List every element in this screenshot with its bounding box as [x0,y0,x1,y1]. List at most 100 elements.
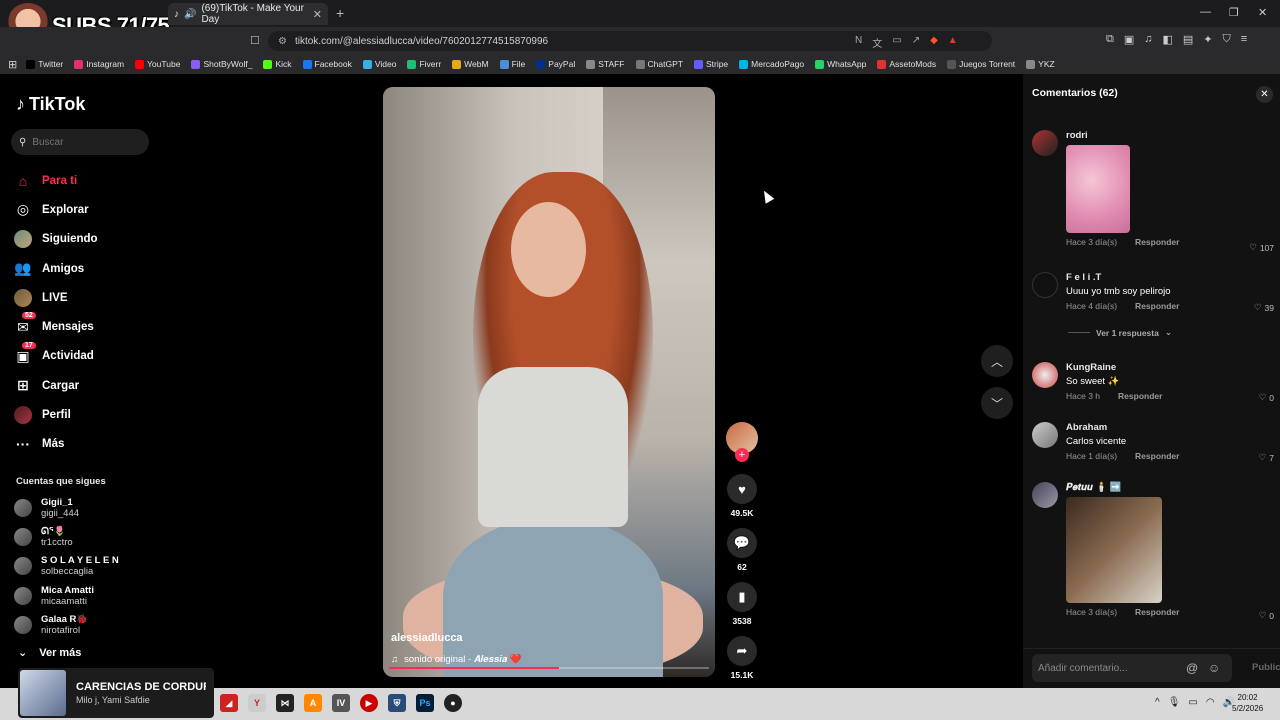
comment-avatar[interactable] [1032,422,1058,448]
video-progress-bar[interactable] [389,667,709,669]
bookmark-item[interactable]: Stripe [693,59,728,69]
apps-grid-icon[interactable]: ⊞ [8,58,17,71]
nav-item-explorar[interactable]: ◎ Explorar [14,195,154,224]
nav-item-perfil[interactable]: Perfil [14,400,154,429]
video-username[interactable]: alessiadlucca [391,632,463,644]
comment-author[interactable]: F e l i .T [1066,272,1271,283]
app-icon[interactable]: A [304,694,322,712]
emoji-icon[interactable]: ☺ [1208,661,1220,675]
photoshop-icon[interactable]: Ps [416,694,434,712]
previous-video-button[interactable]: ︿ [981,345,1013,377]
browser-tab[interactable]: ♪ 🔊 (69)TikTok - Make Your Day ✕ [168,3,328,25]
vpn-icon[interactable]: ⛉ [1223,33,1231,46]
nav-item-amigos[interactable]: 👥 Amigos [14,254,154,283]
bookmark-item[interactable]: PayPal [536,59,575,69]
mention-icon[interactable]: @ [1186,661,1198,675]
chevron-up-icon[interactable]: ^ [1155,697,1160,708]
mic-icon[interactable]: 🎙 [1168,697,1181,708]
tiktok-logo[interactable]: ♪ TikTok [16,94,85,115]
maximize-button[interactable]: ❐ [1229,6,1239,19]
comment-avatar[interactable] [1032,362,1058,388]
comment-avatar[interactable] [1032,130,1058,156]
bookmark-item[interactable]: Facebook [302,59,352,69]
brave-shield-icon[interactable]: ◆ [930,35,938,50]
reply-button[interactable]: Responder [1135,301,1179,311]
followed-account[interactable]: Mica Amatti micaamatti [14,581,119,610]
follow-plus-icon[interactable]: + [735,448,749,462]
comment-like[interactable]: ♡ 7 [1259,452,1274,463]
site-info-icon[interactable]: ⚙ [278,36,287,47]
comment-author[interactable]: 𝑷𝒆𝒕𝒖𝒖 🕯️ ➡️ [1066,482,1271,493]
bookmark-item[interactable]: AssetoMods [877,59,936,69]
translate-icon[interactable]: 文 [872,35,882,50]
sidebar-icon[interactable]: ◧ [1163,33,1173,46]
minimize-button[interactable]: — [1200,6,1211,18]
wallet-icon[interactable]: ▤ [1183,33,1193,46]
app-icon[interactable]: IV [332,694,350,712]
bookmark-item[interactable]: Video [362,59,396,69]
video-sound[interactable]: ♫ sonido original - 𝑨𝒍𝒆𝒔𝒔𝒊𝒂 ❤️ [391,654,522,665]
cast-icon[interactable]: ▭ [892,35,901,50]
bookmark-item[interactable]: Fiverr [407,59,441,69]
bookmark-item[interactable]: Twitter [26,59,63,69]
reply-button[interactable]: Responder [1135,237,1179,247]
search-box[interactable]: ⚲ [11,129,149,155]
reply-button[interactable]: Responder [1135,451,1179,461]
comment-input[interactable] [1032,654,1232,682]
music-icon[interactable]: ♫ [1144,33,1152,46]
comment-author[interactable]: rodri [1066,130,1271,141]
followed-account[interactable]: ᘏᕐ🌷 tr1cctro [14,522,119,551]
bookmark-item[interactable]: ShotByWolf_ [191,59,252,69]
nav-item-live[interactable]: LIVE [14,283,154,312]
app-icon[interactable]: ● [444,694,462,712]
screenshot-icon[interactable]: ▣ [1124,33,1134,46]
close-comments-button[interactable]: ✕ [1256,86,1273,103]
bookmark-item[interactable]: Juegos Torrent [947,59,1015,69]
extensions-icon[interactable]: ⧉ [1106,33,1114,46]
next-video-button[interactable]: ﹀ [981,387,1013,419]
close-tab-icon[interactable]: ✕ [313,8,322,21]
reply-button[interactable]: Responder [1118,391,1162,401]
bookmark-icon[interactable]: ☐ [250,34,260,47]
comment-like[interactable]: ♡ 39 [1254,302,1274,313]
bookmark-item[interactable]: Kick [263,59,292,69]
ai-icon[interactable]: ✦ [1203,33,1212,46]
menu-icon[interactable]: ≡ [1241,33,1247,46]
bookmark-item[interactable]: STAFF [586,59,625,69]
followed-account[interactable]: S O L A Y E L E Nsolbeccaglia [14,552,119,581]
app-icon[interactable]: Y [248,694,266,712]
new-tab-button[interactable]: + [336,5,344,21]
nav-item-más[interactable]: ··· Más [14,430,154,459]
nav-item-mensajes[interactable]: ✉ 52 Mensajes [14,312,154,341]
comment-like[interactable]: ♡ 107 [1249,242,1274,253]
followed-account[interactable]: Galaa R🐞 nirotafirol [14,610,119,639]
media-widget[interactable]: CARENCIAS DE CORDURA Milo j, Yami Safdie [18,668,214,718]
bookmark-item[interactable]: MercadoPago [739,59,804,69]
like-button[interactable]: ♥ [727,474,757,504]
nav-item-siguiendo[interactable]: Siguiendo [14,225,154,254]
followed-account[interactable]: Gigii_1 gigii_444 [14,493,119,522]
system-clock[interactable]: 20:02 5/2/2026 [1232,692,1263,714]
comment-avatar[interactable] [1032,482,1058,508]
nav-item-cargar[interactable]: ⊞ Cargar [14,371,154,400]
app-icon[interactable]: ⛨ [388,694,406,712]
bookmark-item[interactable]: ChatGPT [635,59,683,69]
view-replies-toggle[interactable]: Ver 1 respuesta ⌄ [1068,327,1172,338]
comment-button[interactable]: 💬 [727,528,757,558]
share-button[interactable]: ➦ [727,636,757,666]
save-button[interactable]: ▮ [727,582,757,612]
close-window-button[interactable]: ✕ [1258,6,1267,19]
app-icon[interactable]: ◢ [220,694,238,712]
comment-like[interactable]: ♡ 0 [1259,392,1274,403]
nav-item-actividad[interactable]: ▣ 17 Actividad [14,341,154,371]
share-icon[interactable]: ↗ [912,35,920,50]
brave-rewards-icon[interactable]: ▲ [948,35,958,50]
bookmark-item[interactable]: WhatsApp [815,59,866,69]
comment-author[interactable]: KungRaine [1066,362,1271,373]
comment-author[interactable]: Abraham [1066,422,1271,433]
bookmark-item[interactable]: YouTube [135,59,180,69]
comment-avatar[interactable] [1032,272,1058,298]
app-icon[interactable]: ⋈ [276,694,294,712]
bookmark-item[interactable]: YKZ [1026,59,1055,69]
bookmark-item[interactable]: File [499,59,525,69]
